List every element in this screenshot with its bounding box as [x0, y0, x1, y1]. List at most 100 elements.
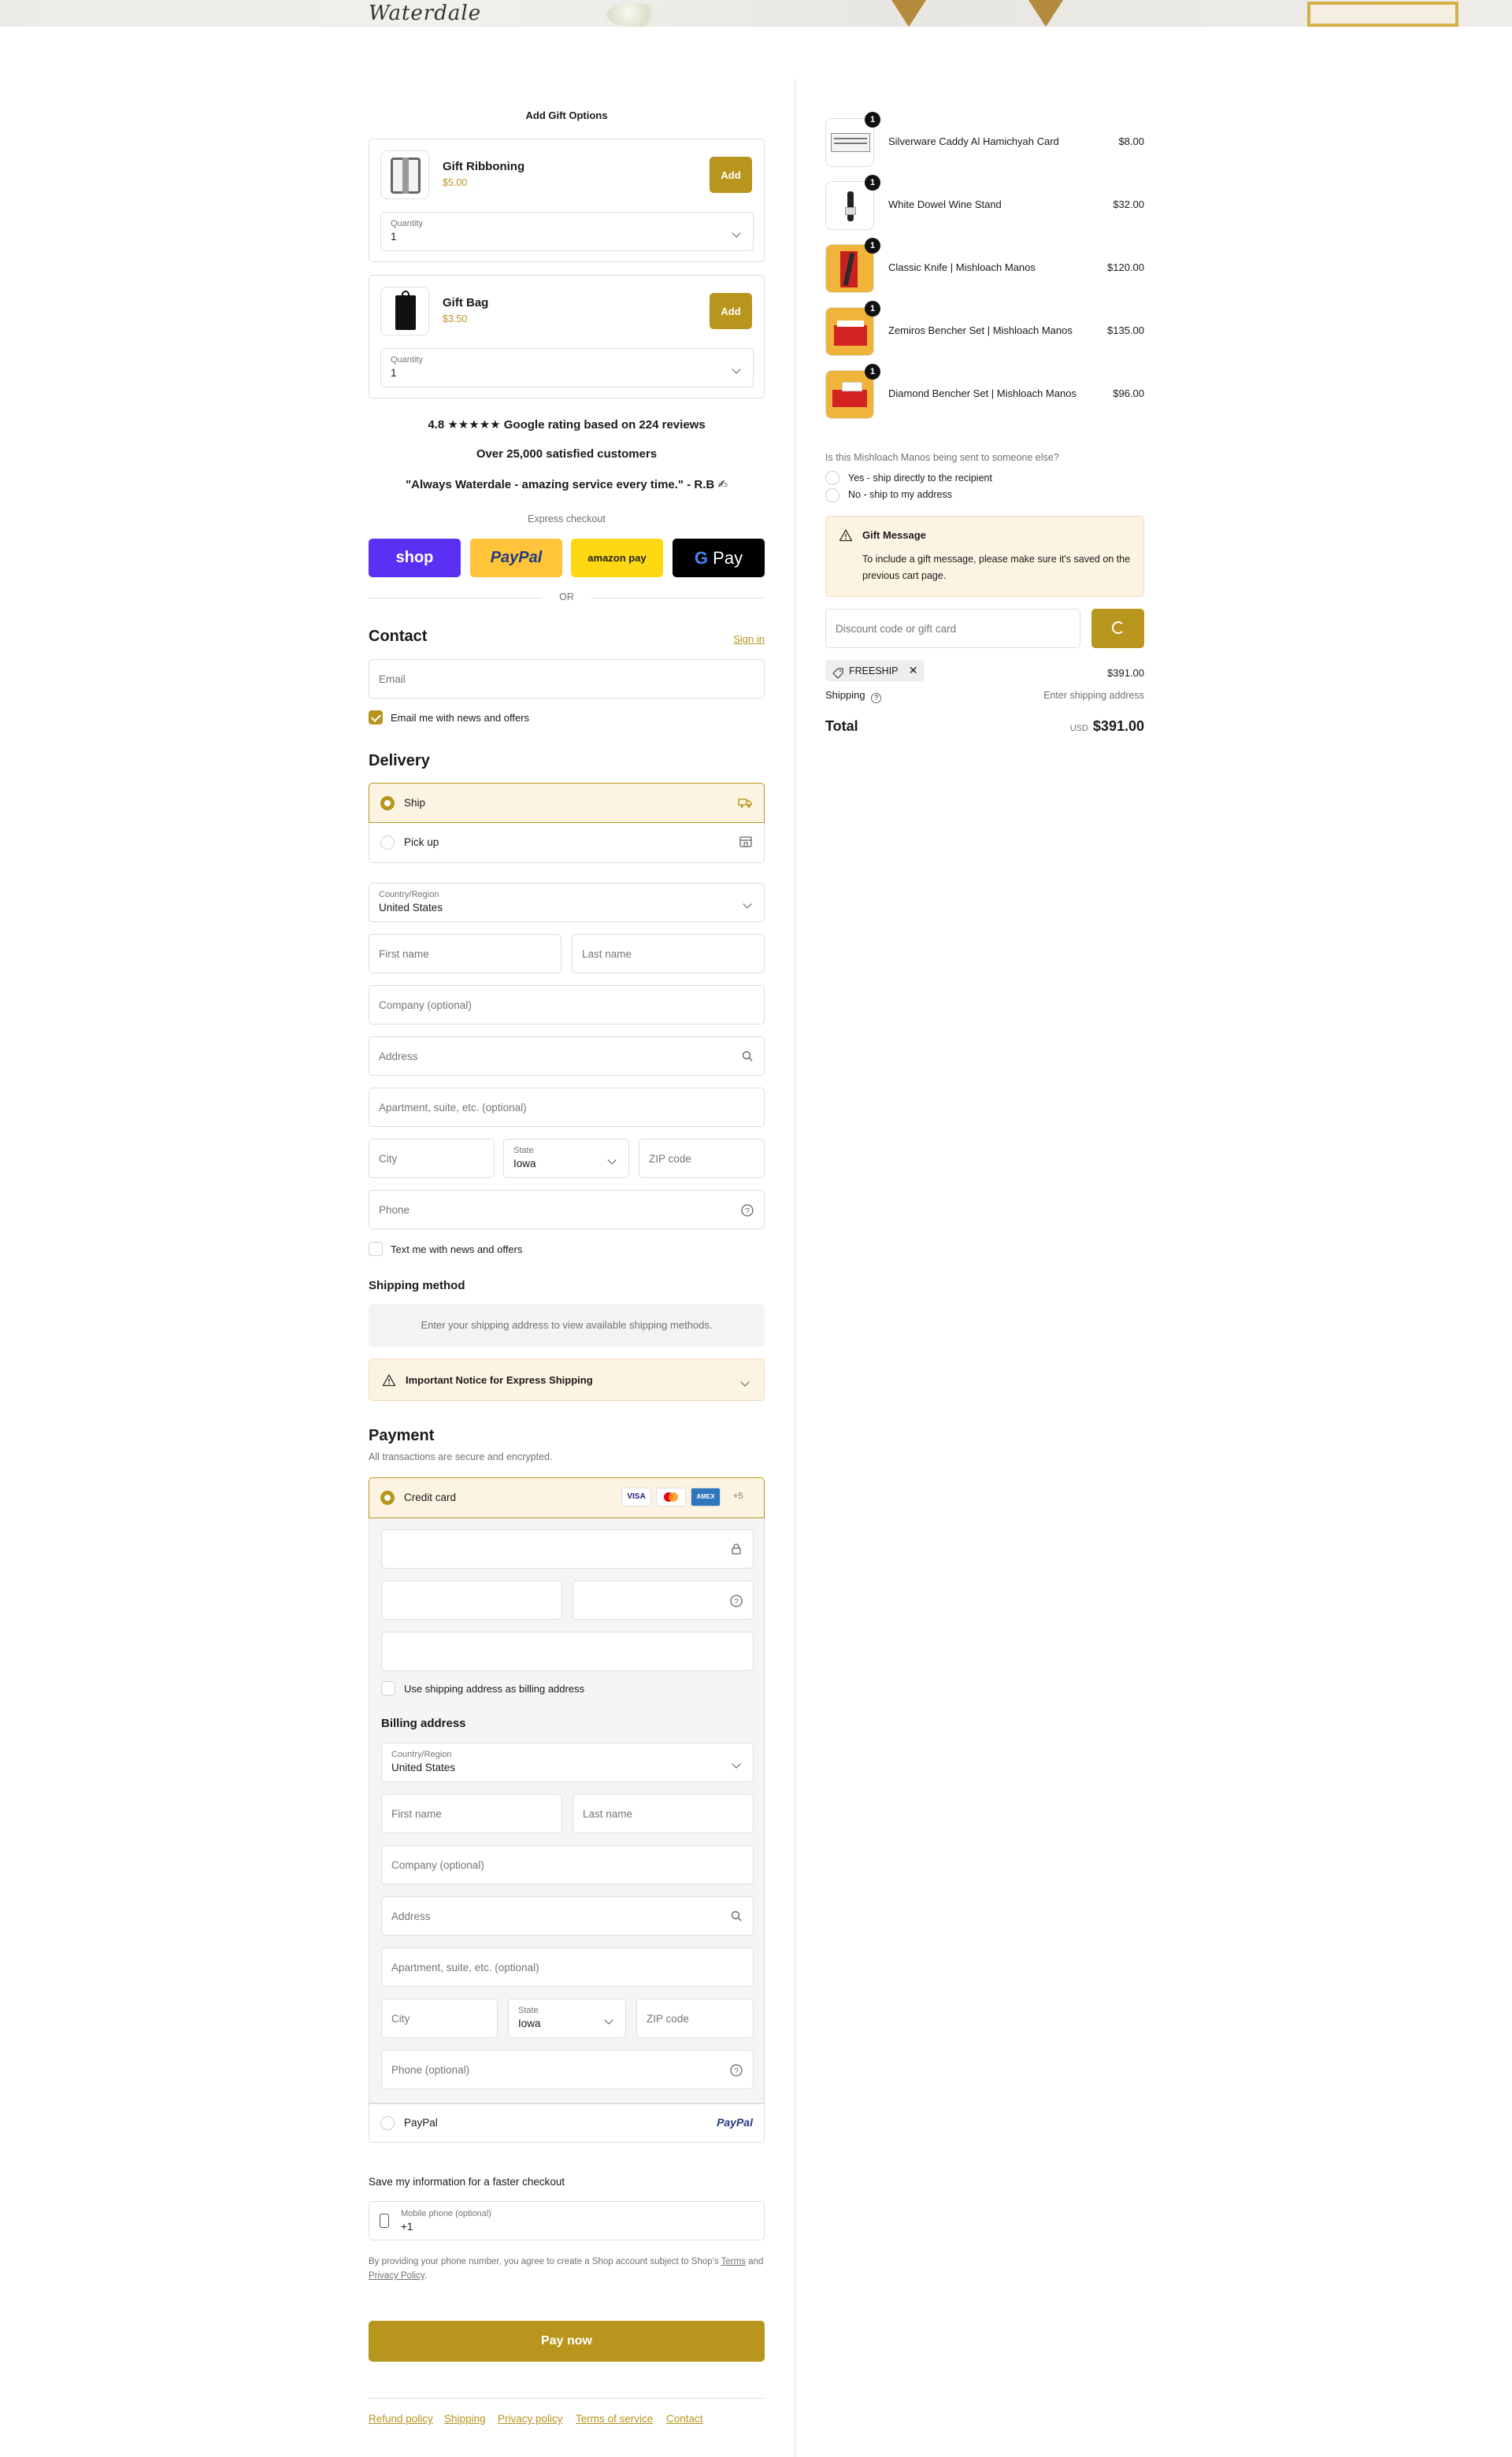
ship-to-recipient-label: Yes - ship directly to the recipient — [848, 472, 992, 484]
shipping-value: Enter shipping address — [1043, 690, 1144, 701]
ship-to-me-radio[interactable] — [825, 488, 839, 502]
add-gift-ribbon-button[interactable]: Add — [710, 157, 752, 193]
billing-phone-field[interactable]: Phone (optional) ? — [381, 2050, 754, 2089]
quantity-badge: 1 — [865, 112, 880, 128]
help-circle-icon[interactable]: ? — [740, 1203, 754, 1217]
loading-spinner-icon — [1111, 621, 1125, 634]
contact-link[interactable]: Contact — [666, 2413, 703, 2425]
terms-link[interactable]: Terms — [721, 2257, 746, 2266]
decor-frame — [1307, 2, 1458, 27]
svg-text:?: ? — [745, 1207, 750, 1216]
help-circle-icon[interactable]: ? — [729, 1594, 743, 1608]
use-shipping-checkbox[interactable] — [381, 1681, 395, 1695]
address-field[interactable]: Address — [369, 1036, 765, 1076]
cart-item: 1 White Dowel Wine Stand $32.00 — [825, 175, 1144, 230]
satisfied-customers: Over 25,000 satisfied customers — [476, 447, 658, 461]
contact-heading: Contact — [369, 628, 428, 645]
gift-bag-thumbnail — [380, 287, 429, 335]
country-select[interactable]: Country/Region United States — [369, 883, 765, 922]
gift-option-price: $3.50 — [443, 313, 468, 324]
or-divider-text: OR — [559, 591, 574, 602]
paypal-radio[interactable] — [380, 2116, 395, 2130]
svg-text:?: ? — [734, 1598, 739, 1606]
last-name-field[interactable]: Last name — [572, 934, 765, 973]
shipping-label: Shipping ? — [825, 689, 882, 703]
card-number-field[interactable] — [381, 1529, 754, 1569]
decor-cone — [1028, 0, 1063, 27]
first-name-field[interactable]: First name — [369, 934, 561, 973]
express-shipping-notice[interactable]: Important Notice for Express Shipping — [369, 1358, 765, 1401]
visa-icon: VISA — [621, 1488, 651, 1506]
cart-item-name: Classic Knife | Mishloach Manos — [888, 261, 1036, 273]
city-field[interactable]: City — [369, 1139, 495, 1178]
billing-company-field[interactable]: Company (optional) — [381, 1845, 754, 1884]
credit-card-radio[interactable] — [380, 1491, 395, 1505]
quantity-select[interactable]: Quantity 1 — [380, 348, 754, 387]
terms-of-service-link[interactable]: Terms of service — [576, 2413, 653, 2425]
credit-card-option[interactable]: Credit card VISA AMEX +5 — [369, 1477, 765, 1518]
privacy-policy-footer-link[interactable]: Privacy policy — [498, 2413, 563, 2425]
payment-heading: Payment — [369, 1427, 435, 1444]
state-select[interactable]: State Iowa — [503, 1139, 629, 1178]
more-cards-count: +5 — [733, 1492, 743, 1501]
text-news-checkbox[interactable] — [369, 1242, 383, 1256]
ship-option[interactable]: Ship — [369, 783, 765, 823]
pickup-option[interactable]: Pick up — [369, 823, 765, 863]
help-circle-icon[interactable]: ? — [871, 693, 882, 703]
shop-terms-text: By providing your phone number, you agre… — [369, 2257, 764, 2281]
amex-icon: AMEX — [691, 1488, 721, 1506]
billing-city-field[interactable]: City — [381, 1999, 498, 2038]
recipient-question: Is this Mishloach Manos being sent to so… — [825, 452, 1059, 463]
quantity-badge: 1 — [865, 175, 880, 191]
total-label: Total — [825, 718, 858, 734]
quantity-select[interactable]: Quantity 1 — [380, 212, 754, 251]
payment-subtitle: All transactions are secure and encrypte… — [369, 1451, 553, 1462]
currency-code: USD — [1069, 724, 1088, 733]
express-checkout-label: Express checkout — [528, 513, 606, 524]
mobile-phone-field[interactable]: Mobile phone (optional) +1 — [369, 2201, 765, 2240]
billing-country-select[interactable]: Country/Region United States — [381, 1743, 754, 1782]
shipping-link[interactable]: Shipping — [444, 2413, 486, 2425]
gift-option-name: Gift Ribboning — [443, 160, 525, 173]
ship-radio[interactable] — [380, 796, 395, 810]
pickup-radio[interactable] — [380, 836, 395, 850]
search-icon — [729, 1910, 743, 1924]
billing-first-name-field[interactable]: First name — [381, 1794, 562, 1833]
billing-address-field[interactable]: Address — [381, 1896, 754, 1936]
billing-zip-field[interactable]: ZIP code — [636, 1999, 754, 2038]
zip-field[interactable]: ZIP code — [639, 1139, 765, 1178]
brand-logo[interactable]: Waterdale — [369, 2, 481, 25]
add-gift-bag-button[interactable]: Add — [710, 293, 752, 329]
email-news-checkbox[interactable] — [369, 710, 383, 724]
billing-apartment-field[interactable]: Apartment, suite, etc. (optional) — [381, 1947, 754, 1987]
phone-field[interactable]: Phone ? — [369, 1190, 765, 1229]
billing-last-name-field[interactable]: Last name — [573, 1794, 754, 1833]
refund-policy-link[interactable]: Refund policy — [369, 2413, 433, 2425]
apartment-field[interactable]: Apartment, suite, etc. (optional) — [369, 1088, 765, 1127]
amazon-pay-button[interactable]: amazon pay — [571, 539, 663, 577]
decor-cone — [891, 0, 926, 27]
billing-state-select[interactable]: State Iowa — [508, 1999, 626, 2038]
privacy-policy-link[interactable]: Privacy Policy — [369, 2271, 424, 2281]
gift-ribbon-thumbnail — [380, 150, 429, 199]
google-pay-button[interactable]: G Pay — [673, 539, 765, 577]
paypal-option[interactable]: PayPal PayPal — [369, 2103, 765, 2143]
text-news-label: Text me with news and offers — [391, 1243, 523, 1255]
email-field[interactable]: Email — [369, 659, 765, 699]
discount-code-field[interactable]: Discount code or gift card — [825, 609, 1080, 648]
paypal-button[interactable]: PayPal — [470, 539, 562, 577]
pay-now-button[interactable]: Pay now — [369, 2321, 765, 2362]
ship-to-recipient-radio[interactable] — [825, 471, 839, 485]
company-field[interactable]: Company (optional) — [369, 985, 765, 1025]
quantity-badge: 1 — [865, 238, 880, 254]
shop-pay-button[interactable]: shop — [369, 539, 461, 577]
name-on-card-field[interactable] — [381, 1632, 754, 1671]
apply-discount-button[interactable] — [1091, 609, 1144, 648]
sign-in-link[interactable]: Sign in — [733, 633, 765, 645]
truck-icon — [737, 795, 753, 810]
help-circle-icon[interactable]: ? — [729, 2063, 743, 2077]
expiry-field[interactable] — [381, 1581, 562, 1620]
security-code-field[interactable]: ? — [573, 1581, 754, 1620]
remove-code-icon[interactable]: ✕ — [909, 664, 918, 676]
quantity-badge: 1 — [865, 364, 880, 380]
